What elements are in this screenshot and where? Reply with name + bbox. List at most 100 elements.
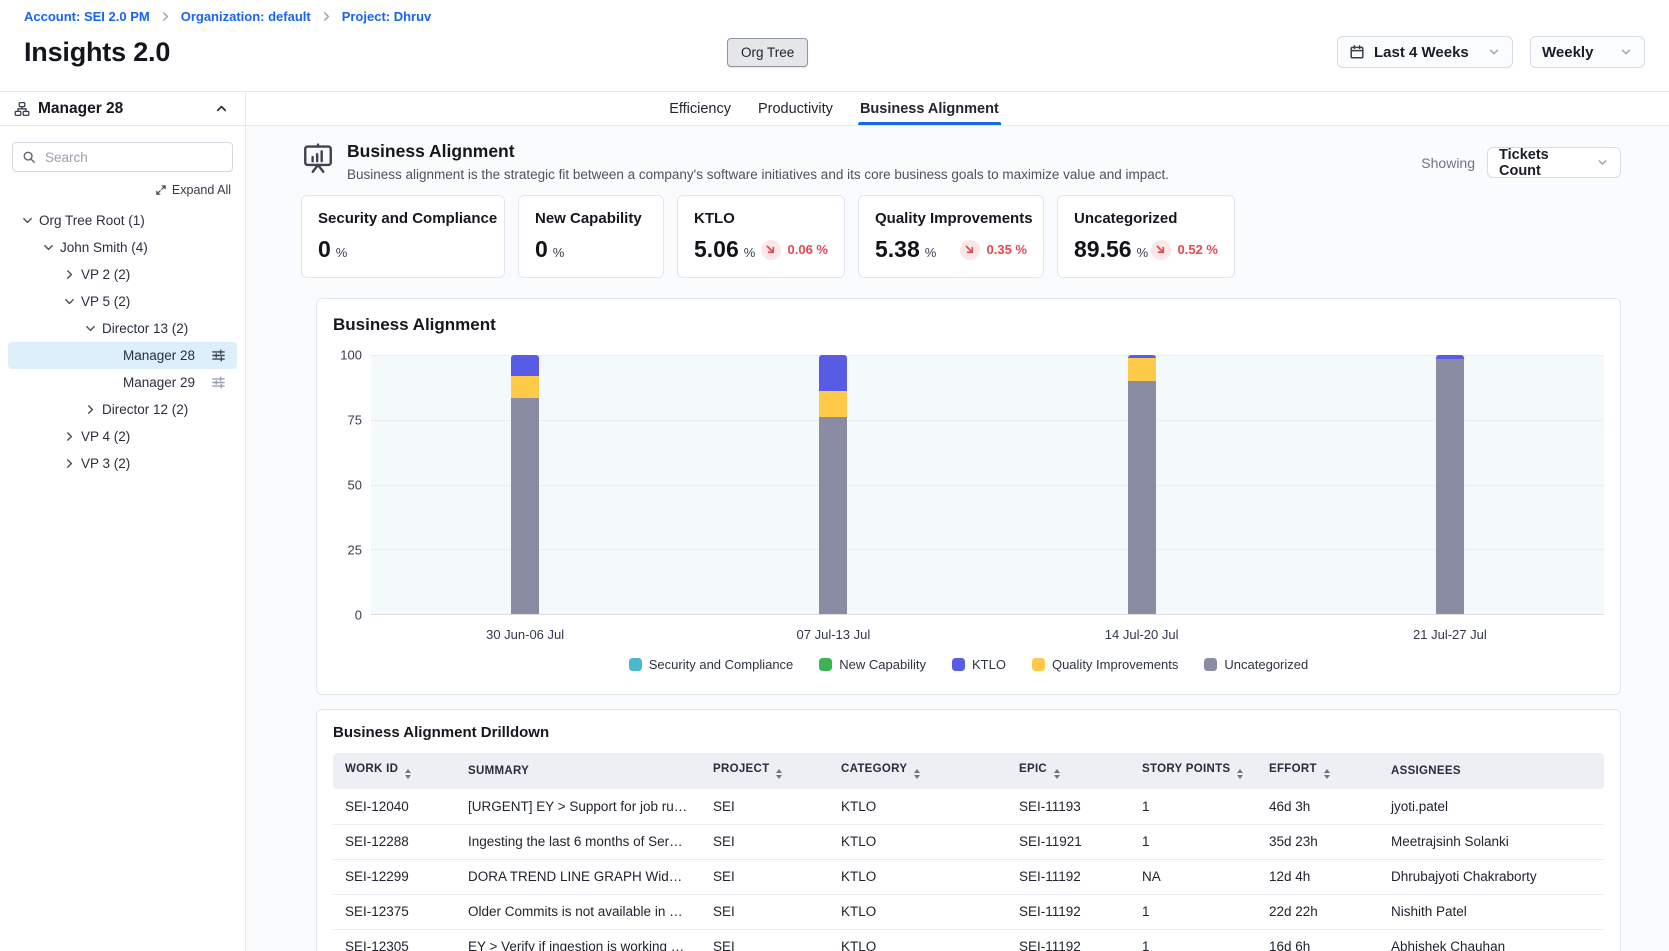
bar-14-jul-20-jul[interactable] bbox=[1128, 355, 1156, 614]
chevron-right-icon[interactable] bbox=[63, 268, 76, 281]
bar-30-jun-06-jul[interactable] bbox=[511, 355, 539, 614]
tab-efficiency[interactable]: Efficiency bbox=[667, 92, 733, 125]
chevron-right-icon[interactable] bbox=[63, 457, 76, 470]
breadcrumb-link[interactable]: Account: SEI 2.0 PM bbox=[24, 9, 150, 24]
legend-item-new-capability[interactable]: New Capability bbox=[819, 657, 926, 672]
tree-item-director-13-2[interactable]: Director 13 (2) bbox=[8, 315, 237, 342]
collapse-sidebar-button[interactable] bbox=[212, 99, 231, 118]
stat-label: Security and Compliance bbox=[318, 210, 488, 227]
tree-item-settings-icon[interactable] bbox=[211, 348, 226, 363]
chevron-down-icon bbox=[1487, 45, 1501, 59]
table-cell: jyoti.patel bbox=[1379, 789, 1604, 824]
tree-item-label: Director 13 (2) bbox=[102, 321, 188, 336]
granularity-value: Weekly bbox=[1542, 44, 1610, 61]
column-header-effort[interactable]: EFFORT bbox=[1257, 753, 1379, 789]
y-axis: 0255075100 bbox=[333, 355, 371, 615]
topbar: Account: SEI 2.0 PM Organization: default… bbox=[0, 0, 1669, 91]
trend-down-icon bbox=[761, 240, 781, 260]
chevron-down-icon[interactable] bbox=[63, 295, 76, 308]
bar-segment-quality-improvements[interactable] bbox=[511, 376, 539, 398]
sort-icon bbox=[914, 769, 920, 779]
bar-segment-quality-improvements[interactable] bbox=[819, 391, 847, 417]
table-cell: SEI-12299 bbox=[333, 859, 456, 894]
bar-21-jul-27-jul[interactable] bbox=[1436, 355, 1464, 614]
date-range-select[interactable]: Last 4 Weeks bbox=[1337, 36, 1513, 68]
table-cell: SEI-11193 bbox=[1007, 789, 1130, 824]
org-tree-button[interactable]: Org Tree bbox=[727, 38, 808, 67]
stat-unit: % bbox=[1137, 245, 1149, 260]
table-cell: KTLO bbox=[829, 894, 1007, 929]
bar-segment-uncategorized[interactable] bbox=[1436, 359, 1464, 614]
table-cell: Abhishek Chauhan bbox=[1379, 929, 1604, 951]
chevron-down-icon[interactable] bbox=[42, 241, 55, 254]
tree-item-label: VP 5 (2) bbox=[81, 294, 130, 309]
tree-item-vp-2-2[interactable]: VP 2 (2) bbox=[8, 261, 237, 288]
chevron-right-icon[interactable] bbox=[63, 430, 76, 443]
stat-unit: % bbox=[925, 245, 937, 260]
stat-label: New Capability bbox=[535, 210, 647, 227]
chart-title: Business Alignment bbox=[333, 315, 1604, 335]
x-axis-labels: 30 Jun-06 Jul07 Jul-13 Jul14 Jul-20 Jul2… bbox=[371, 627, 1604, 642]
bar-segment-uncategorized[interactable] bbox=[1128, 381, 1156, 614]
sort-icon bbox=[1324, 769, 1330, 779]
bar-07-jul-13-jul[interactable] bbox=[819, 355, 847, 614]
tree-item-john-smith-4[interactable]: John Smith (4) bbox=[8, 234, 237, 261]
chevron-down-icon[interactable] bbox=[21, 214, 34, 227]
table-row: SEI-12375Older Commits is not available … bbox=[333, 894, 1604, 929]
sort-icon bbox=[405, 769, 411, 779]
granularity-select[interactable]: Weekly bbox=[1530, 36, 1645, 68]
chevron-down-icon[interactable] bbox=[84, 322, 97, 335]
column-header-project[interactable]: PROJECT bbox=[701, 753, 829, 789]
legend-label: KTLO bbox=[972, 657, 1006, 672]
bar-segment-uncategorized[interactable] bbox=[819, 417, 847, 614]
column-header-assignees: ASSIGNEES bbox=[1379, 753, 1604, 789]
column-header-story-points[interactable]: STORY POINTS bbox=[1130, 753, 1257, 789]
table-cell: Dhrubajyoti Chakraborty bbox=[1379, 859, 1604, 894]
tree-item-director-12-2[interactable]: Director 12 (2) bbox=[8, 396, 237, 423]
tree-item-label: Org Tree Root (1) bbox=[39, 213, 145, 228]
column-header-category[interactable]: CATEGORY bbox=[829, 753, 1007, 789]
search-input[interactable] bbox=[43, 149, 223, 166]
legend-item-uncategorized[interactable]: Uncategorized bbox=[1204, 657, 1308, 672]
tree-item-vp-3-2[interactable]: VP 3 (2) bbox=[8, 450, 237, 477]
legend-item-quality-improvements[interactable]: Quality Improvements bbox=[1032, 657, 1178, 672]
section-text: Business Alignment Business alignment is… bbox=[347, 141, 1169, 182]
tree-item-manager-28[interactable]: Manager 28 bbox=[8, 342, 237, 369]
column-header-epic[interactable]: EPIC bbox=[1007, 753, 1130, 789]
tab-business-alignment[interactable]: Business Alignment bbox=[858, 92, 1001, 125]
table-cell: SEI bbox=[701, 929, 829, 951]
tree-item-vp-4-2[interactable]: VP 4 (2) bbox=[8, 423, 237, 450]
tree-item-label: Manager 28 bbox=[123, 348, 195, 363]
bar-segment-quality-improvements[interactable] bbox=[1128, 358, 1156, 381]
table-row: SEI-12288Ingesting the last 6 months of … bbox=[333, 824, 1604, 859]
bar-segment-uncategorized[interactable] bbox=[511, 398, 539, 614]
table-cell: NA bbox=[1130, 859, 1257, 894]
tab-productivity[interactable]: Productivity bbox=[756, 92, 835, 125]
y-axis-label: 100 bbox=[340, 348, 362, 363]
layout: Manager 28 Expand All Org Tree Root (1) J… bbox=[0, 91, 1669, 951]
tree-item-settings-icon[interactable] bbox=[211, 375, 226, 390]
legend-item-security-and-compliance[interactable]: Security and Compliance bbox=[629, 657, 794, 672]
expand-all-button[interactable]: Expand All bbox=[0, 172, 245, 199]
legend-item-ktlo[interactable]: KTLO bbox=[952, 657, 1006, 672]
section-controls: Showing Tickets Count bbox=[1421, 147, 1621, 178]
column-header-work-id[interactable]: WORK ID bbox=[333, 753, 456, 789]
expand-all-label: Expand All bbox=[172, 183, 231, 197]
table-cell: 1 bbox=[1130, 894, 1257, 929]
bar-segment-ktlo[interactable] bbox=[819, 355, 847, 391]
sidebar: Manager 28 Expand All Org Tree Root (1) J… bbox=[0, 92, 246, 951]
breadcrumb-link[interactable]: Organization: default bbox=[181, 9, 311, 24]
tree-item-manager-29[interactable]: Manager 29 bbox=[8, 369, 237, 396]
table-header-row: WORK IDSUMMARYPROJECTCATEGORYEPICSTORY P… bbox=[333, 753, 1604, 789]
breadcrumb-link[interactable]: Project: Dhruv bbox=[342, 9, 432, 24]
tree-item-vp-5-2[interactable]: VP 5 (2) bbox=[8, 288, 237, 315]
showing-select[interactable]: Tickets Count bbox=[1487, 147, 1621, 178]
legend-label: New Capability bbox=[839, 657, 926, 672]
bar-segment-ktlo[interactable] bbox=[511, 355, 539, 376]
table-cell: SEI bbox=[701, 824, 829, 859]
table-cell: 35d 23h bbox=[1257, 824, 1379, 859]
tree-item-org-tree-root-1[interactable]: Org Tree Root (1) bbox=[8, 207, 237, 234]
chevron-right-icon[interactable] bbox=[84, 403, 97, 416]
table-cell: 12d 4h bbox=[1257, 859, 1379, 894]
gridline bbox=[371, 485, 1604, 486]
